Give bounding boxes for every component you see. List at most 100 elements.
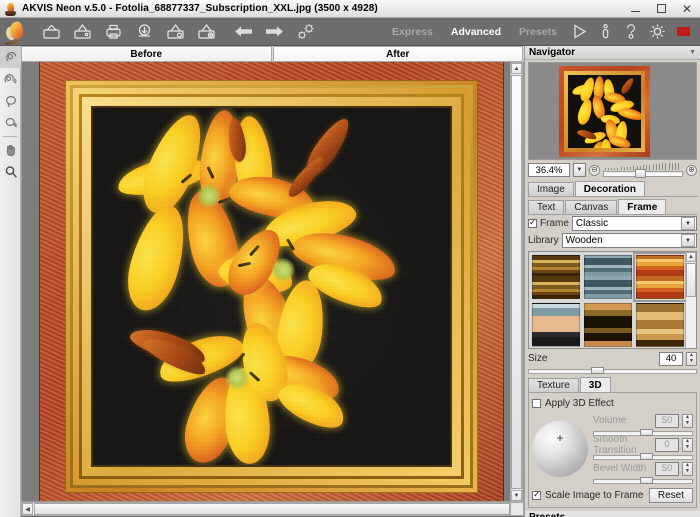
frame-thumb-4[interactable] (532, 303, 580, 347)
info-button[interactable] (592, 19, 618, 45)
frame-size-slider[interactable] (528, 367, 697, 374)
undo-button[interactable] (228, 19, 259, 45)
frame-library-grid[interactable]: ▲ (528, 251, 697, 349)
volume-row: Volume 50 ▲ ▼ (593, 413, 693, 428)
tool-quick-export[interactable] (0, 46, 21, 68)
neon-lily-photo (93, 108, 450, 465)
tool-history-brush[interactable] (0, 68, 21, 90)
frame-library-scrollbar[interactable]: ▲ (685, 252, 696, 348)
volume-value[interactable]: 50 (655, 413, 679, 428)
light-direction-handle[interactable]: + (556, 432, 563, 444)
canvas-vertical-scrollbar[interactable]: ▲ ▼ (510, 62, 523, 502)
frame-thumb-3[interactable] (633, 252, 687, 302)
chevron-down-icon[interactable]: ▼ (689, 49, 696, 56)
smooth-transition-slider[interactable] (593, 453, 693, 460)
tab-frame[interactable]: Frame (618, 199, 667, 214)
scroll-up-button[interactable]: ▲ (511, 63, 522, 74)
tool-zoom[interactable] (0, 161, 21, 183)
zoom-out-button[interactable]: ⊖ (589, 164, 600, 176)
frame-thumb-5[interactable] (584, 303, 632, 347)
export-preset-button[interactable] (191, 19, 222, 45)
help-button[interactable] (618, 19, 644, 45)
close-button[interactable]: ✕ (674, 0, 700, 18)
framed-artwork (39, 62, 504, 501)
tab-texture[interactable]: Texture (528, 378, 579, 392)
before-after-tabs: Before After (21, 46, 524, 62)
frame-size-stepper[interactable]: ▲ ▼ (686, 351, 697, 366)
tool-hand[interactable] (0, 139, 21, 161)
smooth-transition-stepper[interactable]: ▲ ▼ (682, 437, 693, 452)
canvas-horizontal-scrollbar[interactable]: ◀ ▶ (21, 502, 524, 516)
frame-size-row: Size 40 ▲ ▼ (525, 349, 700, 366)
tab-decoration[interactable]: Decoration (574, 181, 646, 196)
chevron-down-icon[interactable]: ▼ (681, 234, 695, 247)
zoom-slider[interactable] (603, 163, 683, 178)
run-button[interactable] (566, 19, 592, 45)
mode-presets[interactable]: Presets (510, 26, 566, 38)
scale-to-frame-checkbox[interactable] (532, 489, 541, 500)
frame-size-slider-knob[interactable] (590, 367, 604, 374)
light-direction-sphere[interactable]: + (532, 420, 588, 477)
frame-size-value[interactable]: 40 (659, 351, 683, 366)
frame-thumb-6[interactable] (636, 303, 684, 347)
frame-thumb-2[interactable] (584, 255, 632, 299)
tab-after[interactable]: After (272, 46, 523, 62)
mode-express[interactable]: Express (383, 26, 442, 38)
apply-3d-label: Apply 3D Effect (545, 397, 614, 409)
tool-color-pencil[interactable] (0, 112, 21, 134)
akvis-flame-icon (4, 1, 18, 16)
tool-transform[interactable] (0, 90, 21, 112)
tab-text[interactable]: Text (528, 200, 565, 214)
redo-button[interactable] (259, 19, 290, 45)
bevel-width-slider[interactable] (593, 477, 693, 484)
navigator-preview[interactable] (528, 62, 697, 160)
publish-button[interactable] (129, 19, 160, 45)
zoom-in-button[interactable]: ⊕ (686, 164, 697, 176)
bevel-width-value[interactable]: 50 (655, 461, 679, 476)
zoom-dropdown-button[interactable]: ▼ (573, 163, 586, 177)
apply-3d-checkbox[interactable] (532, 398, 541, 408)
volume-stepper[interactable]: ▲ ▼ (682, 413, 693, 428)
hscroll-thumb[interactable] (34, 503, 510, 515)
home-button[interactable] (670, 19, 696, 45)
library-scroll-up[interactable]: ▲ (686, 252, 696, 262)
akvis-neon-window: AKVIS Neon v.5.0 - Fotolia_68877337_Subs… (0, 0, 700, 517)
image-canvas[interactable] (21, 62, 524, 502)
bevel-width-stepper[interactable]: ▲ ▼ (682, 461, 693, 476)
preferences-button[interactable] (290, 19, 321, 45)
print-image-button[interactable] (98, 19, 129, 45)
frame-thumb-1[interactable] (532, 255, 580, 299)
smooth-transition-value[interactable]: 0 (655, 437, 679, 452)
tab-before[interactable]: Before (21, 46, 272, 62)
frame-reset-button[interactable]: Reset (648, 488, 693, 503)
frame-style-combo[interactable]: Classic ▼ (571, 216, 697, 231)
tab-canvas[interactable]: Canvas (565, 200, 618, 214)
frame-style-value: Classic (575, 218, 609, 229)
open-image-button[interactable] (36, 19, 67, 45)
volume-slider[interactable] (593, 429, 693, 436)
tab-image[interactable]: Image (528, 182, 574, 196)
library-scroll-thumb[interactable] (686, 263, 696, 297)
scroll-down-button[interactable]: ▼ (511, 490, 522, 501)
maximize-button[interactable] (648, 0, 674, 18)
frame-library-combo[interactable]: Wooden ▼ (561, 233, 697, 248)
panel-secondary-tabs: Text Canvas Frame (525, 199, 700, 214)
scroll-left-button[interactable]: ◀ (22, 503, 33, 515)
main-toolbar: Express Advanced Presets (0, 18, 700, 46)
zoom-value-field[interactable]: 36.4% (528, 163, 570, 177)
vscroll-thumb[interactable] (511, 75, 522, 489)
import-preset-button[interactable] (160, 19, 191, 45)
minimize-button[interactable] (622, 0, 648, 18)
frame-enable-label: Frame (540, 218, 569, 229)
chevron-down-icon[interactable]: ▼ (681, 217, 695, 230)
navigator-title: Navigator (529, 47, 576, 58)
mode-advanced[interactable]: Advanced (442, 26, 510, 38)
zoom-slider-knob[interactable] (635, 169, 646, 178)
tab-3d[interactable]: 3D (579, 377, 611, 392)
settings-button[interactable] (644, 19, 670, 45)
apply-3d-row: Apply 3D Effect (532, 396, 693, 410)
frame-enable-checkbox[interactable] (528, 217, 537, 228)
resize-grip-icon[interactable] (510, 502, 524, 516)
window-title: AKVIS Neon v.5.0 - Fotolia_68877337_Subs… (22, 3, 378, 14)
save-image-button[interactable] (67, 19, 98, 45)
